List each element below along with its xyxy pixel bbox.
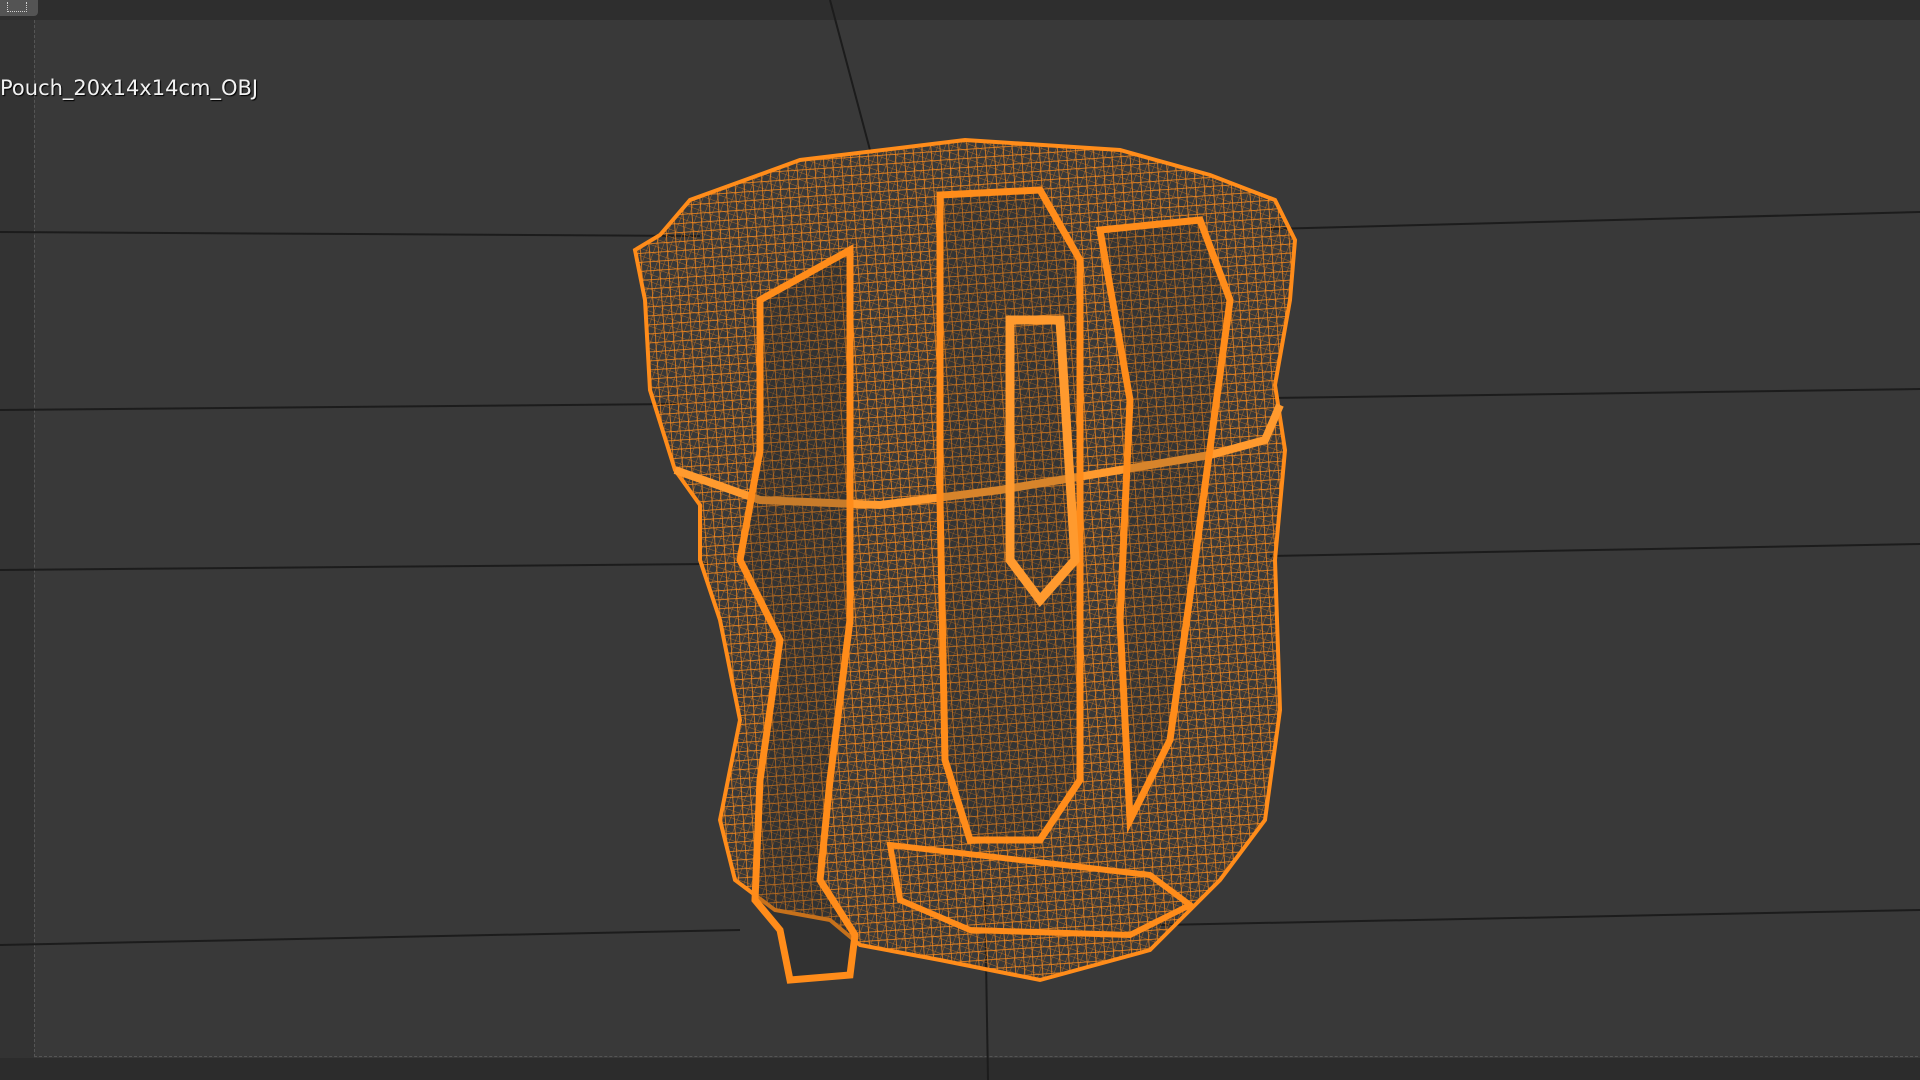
grid-line	[0, 929, 741, 946]
pouch-wireframe-mesh[interactable]	[632, 137, 1298, 984]
grid-line	[0, 231, 701, 237]
object-name-label: Pouch_20x14x14cm_OBJ	[0, 76, 259, 100]
grid-line	[0, 563, 711, 571]
grid-floor	[0, 0, 1920, 1080]
grid-line	[1159, 909, 1920, 926]
grid-line	[1269, 543, 1920, 557]
3d-viewport[interactable]: Pouch_20x14x14cm_OBJ	[0, 0, 1920, 1080]
view-menu-glyph	[7, 2, 27, 12]
grid-line	[1269, 211, 1920, 230]
view-menu-icon[interactable]	[0, 0, 38, 16]
grid-line	[829, 0, 871, 151]
grid-line	[1269, 388, 1920, 399]
grid-line	[0, 403, 681, 411]
